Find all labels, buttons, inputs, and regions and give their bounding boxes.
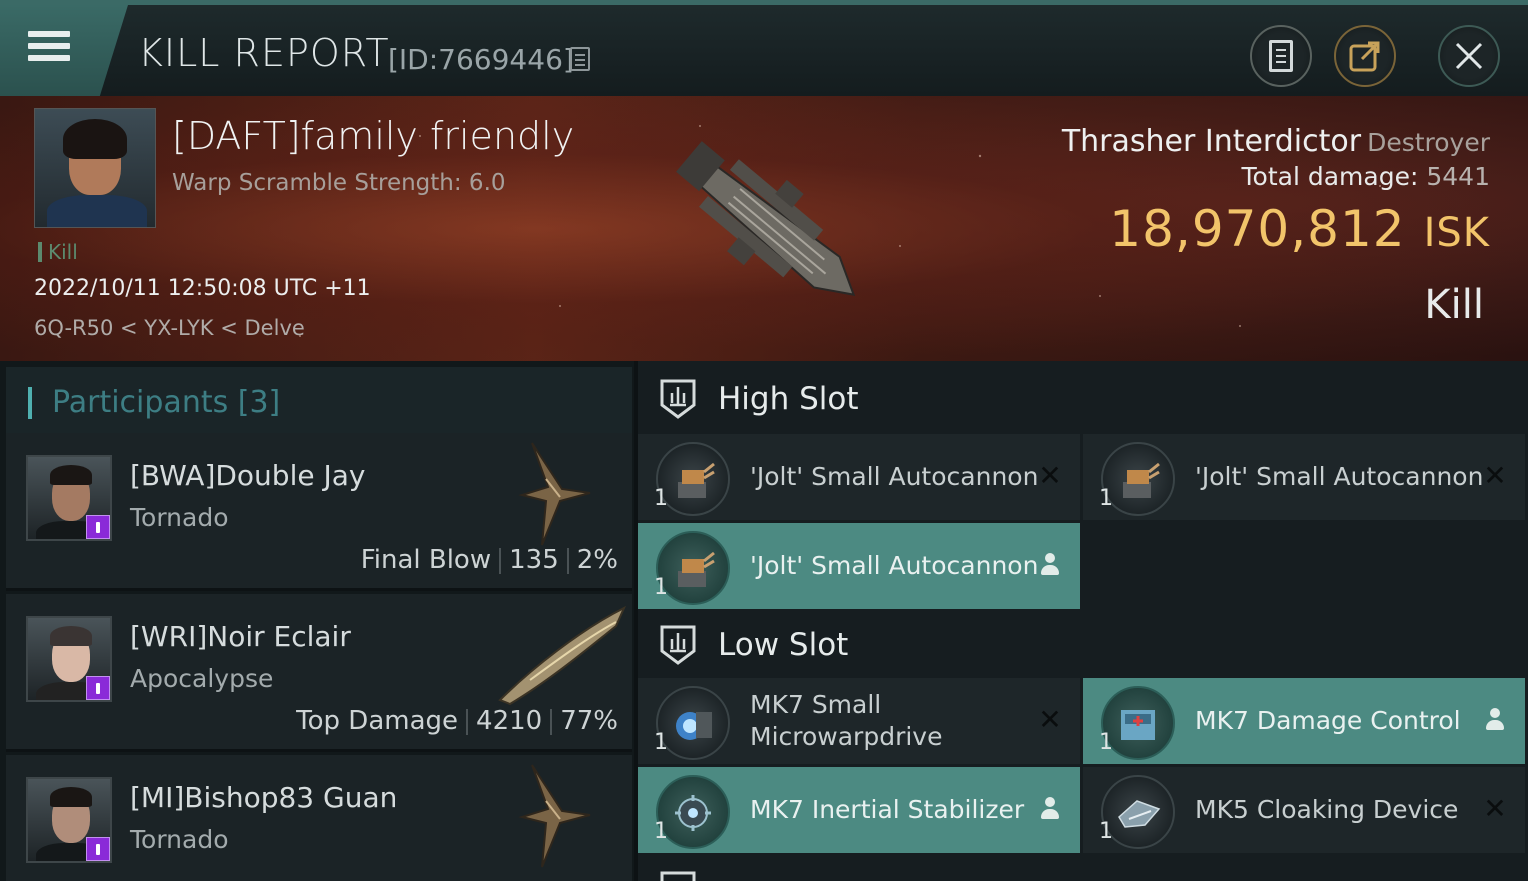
share-external-icon bbox=[1349, 41, 1380, 72]
destroyed-x-icon: ✕ bbox=[1483, 792, 1507, 825]
destroyed-x-icon: ✕ bbox=[1038, 703, 1062, 736]
destroyed-x-icon: ✕ bbox=[1483, 459, 1507, 492]
victim-ship-name[interactable]: Thrasher Interdictor Destroyer bbox=[1062, 124, 1490, 159]
page-title: KILL REPORT bbox=[138, 31, 390, 75]
dropped-person-icon bbox=[1040, 797, 1060, 821]
low-slot-icon bbox=[660, 625, 696, 665]
tornado-ship-icon bbox=[518, 442, 591, 546]
module-name: MK5 Cloaking Device bbox=[1195, 795, 1459, 824]
apocalypse-ship-icon bbox=[498, 605, 627, 706]
close-button[interactable] bbox=[1438, 25, 1500, 87]
module-item[interactable]: 1 'Jolt' Small Autocannon bbox=[638, 523, 1080, 609]
module-name: MK7 Inertial Stabilizer bbox=[750, 795, 1025, 824]
module-item[interactable]: 1 'Jolt' Small Autocannon ✕ bbox=[1083, 434, 1525, 520]
victim-banner: [DAFT]family friendly Warp Scramble Stre… bbox=[0, 96, 1528, 361]
module-item[interactable]: 1 MK7 Inertial Stabilizer bbox=[638, 767, 1080, 853]
report-button[interactable] bbox=[1250, 25, 1312, 87]
result-label: Kill bbox=[1424, 282, 1484, 328]
tornado-ship-icon bbox=[518, 764, 591, 868]
report-id: [ID:7669446] bbox=[388, 43, 574, 76]
low-slot-title: Low Slot bbox=[718, 627, 849, 663]
ship-class: Destroyer bbox=[1367, 128, 1490, 157]
dropped-person-icon bbox=[1040, 553, 1060, 577]
corp-badge-icon bbox=[86, 676, 110, 700]
module-item[interactable]: 1 'Jolt' Small Autocannon ✕ bbox=[638, 434, 1080, 520]
kill-location[interactable]: 6Q-R50 < YX-LYK < Delve bbox=[34, 316, 305, 340]
participants-header: Participants [3] bbox=[6, 367, 632, 433]
module-item[interactable]: 1 MK7 Damage Control bbox=[1083, 678, 1525, 764]
low-slot-header: Low Slot bbox=[638, 607, 1528, 683]
document-icon bbox=[1269, 40, 1293, 72]
module-name: 'Jolt' Small Autocannon bbox=[750, 462, 1039, 491]
participant-stats: Top Damage 4210 77% bbox=[296, 706, 618, 736]
module-item[interactable]: 1 MK5 Cloaking Device ✕ bbox=[1083, 767, 1525, 853]
warp-scramble-strength: Warp Scramble Strength: 6.0 bbox=[172, 170, 506, 196]
hamburger-menu-icon[interactable] bbox=[28, 31, 70, 65]
participant-row[interactable]: [WRI]Noir Eclair Apocalypse Top Damage 42… bbox=[6, 594, 632, 752]
destroyed-x-icon: ✕ bbox=[1038, 459, 1062, 492]
module-name: 'Jolt' Small Autocannon bbox=[750, 551, 1039, 580]
total-damage: Total damage: 5441 bbox=[1241, 162, 1491, 191]
dropped-person-icon bbox=[1485, 708, 1505, 732]
high-slot-icon bbox=[660, 379, 696, 419]
participant-name: [MI]Bishop83 Guan bbox=[130, 781, 398, 814]
participant-row[interactable]: [BWA]Double Jay Tornado Final Blow 135 2% bbox=[6, 433, 632, 591]
high-slot-title: High Slot bbox=[718, 381, 859, 417]
participant-stats: Final Blow 135 2% bbox=[360, 545, 618, 575]
fitting-panel: High Slot 1 'Jolt' Small Autocannon ✕ 1 … bbox=[638, 361, 1528, 881]
module-name: MK7 Damage Control bbox=[1195, 706, 1461, 735]
victim-ship-image[interactable] bbox=[640, 106, 900, 356]
share-button[interactable] bbox=[1334, 25, 1396, 87]
participant-ship: Tornado bbox=[130, 503, 229, 532]
isk-value: 18,970,812 ISK bbox=[1109, 200, 1490, 258]
kill-datetime: 2022/10/11 12:50:08 UTC +11 bbox=[34, 276, 371, 301]
mid-slot-icon bbox=[660, 871, 696, 881]
victim-name[interactable]: [DAFT]family friendly bbox=[172, 114, 574, 158]
participants-panel: Participants [3] [BWA]Double Jay Tornado… bbox=[0, 361, 634, 881]
module-item[interactable]: 1 MK7 Small Microwarpdrive ✕ bbox=[638, 678, 1080, 764]
copy-id-icon[interactable] bbox=[570, 47, 590, 71]
participant-row[interactable]: [MI]Bishop83 Guan Tornado bbox=[6, 755, 632, 881]
participant-ship: Tornado bbox=[130, 825, 229, 854]
module-name: MK7 Small Microwarpdrive bbox=[750, 690, 943, 751]
victim-portrait[interactable] bbox=[34, 108, 156, 228]
kill-tag: Kill bbox=[38, 242, 78, 262]
mid-slot-header bbox=[638, 857, 1528, 881]
high-slot-header: High Slot bbox=[638, 361, 1528, 437]
header-bar: KILL REPORT [ID:7669446] bbox=[0, 0, 1528, 96]
module-name: 'Jolt' Small Autocannon bbox=[1195, 462, 1484, 491]
corp-badge-icon bbox=[86, 515, 110, 539]
participant-name: [WRI]Noir Eclair bbox=[130, 620, 351, 653]
participants-title: Participants [3] bbox=[52, 385, 281, 420]
participant-ship: Apocalypse bbox=[130, 664, 274, 693]
corp-badge-icon bbox=[86, 837, 110, 861]
participant-name: [BWA]Double Jay bbox=[130, 459, 366, 492]
close-icon bbox=[1455, 42, 1483, 70]
